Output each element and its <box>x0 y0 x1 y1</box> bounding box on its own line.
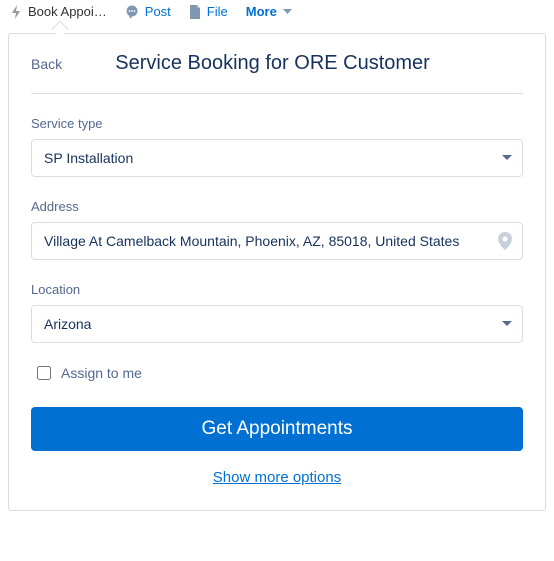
location-label: Location <box>31 282 523 297</box>
assign-to-me-row[interactable]: Assign to me <box>37 365 523 381</box>
field-service-type: Service type SP Installation <box>31 116 523 177</box>
tab-label: More <box>246 4 277 19</box>
page-title: Service Booking for ORE Customer <box>22 52 523 75</box>
address-label: Address <box>31 199 523 214</box>
tab-label: Book Appoi… <box>28 4 107 19</box>
address-value: Village At Camelback Mountain, Phoenix, … <box>44 233 459 249</box>
tab-book-appointment[interactable]: Book Appoi… <box>10 4 107 19</box>
bolt-icon <box>10 5 22 19</box>
tab-more[interactable]: More <box>246 4 292 19</box>
chevron-down-icon <box>502 321 512 327</box>
assign-to-me-label: Assign to me <box>61 365 142 381</box>
field-location: Location Arizona <box>31 282 523 343</box>
tab-file[interactable]: File <box>189 4 228 19</box>
chat-icon <box>125 5 139 19</box>
panel-header: Back Service Booking for ORE Customer <box>31 52 523 94</box>
tab-label: Post <box>145 4 171 19</box>
chevron-down-icon <box>283 9 292 15</box>
service-type-value: SP Installation <box>44 150 133 166</box>
location-value: Arizona <box>44 316 91 332</box>
assign-to-me-checkbox[interactable] <box>37 366 51 380</box>
field-address: Address Village At Camelback Mountain, P… <box>31 199 523 260</box>
chevron-down-icon <box>502 155 512 161</box>
location-select[interactable]: Arizona <box>31 305 523 343</box>
service-type-label: Service type <box>31 116 523 131</box>
booking-panel: Back Service Booking for ORE Customer Se… <box>8 33 546 511</box>
location-pin-icon <box>498 232 512 250</box>
address-input[interactable]: Village At Camelback Mountain, Phoenix, … <box>31 222 523 260</box>
show-more-options-link[interactable]: Show more options <box>31 469 523 486</box>
tab-post[interactable]: Post <box>125 4 171 19</box>
file-icon <box>189 5 201 19</box>
get-appointments-button[interactable]: Get Appointments <box>31 407 523 451</box>
service-type-select[interactable]: SP Installation <box>31 139 523 177</box>
action-tabs: Book Appoi… Post File More <box>0 0 554 25</box>
tab-label: File <box>207 4 228 19</box>
